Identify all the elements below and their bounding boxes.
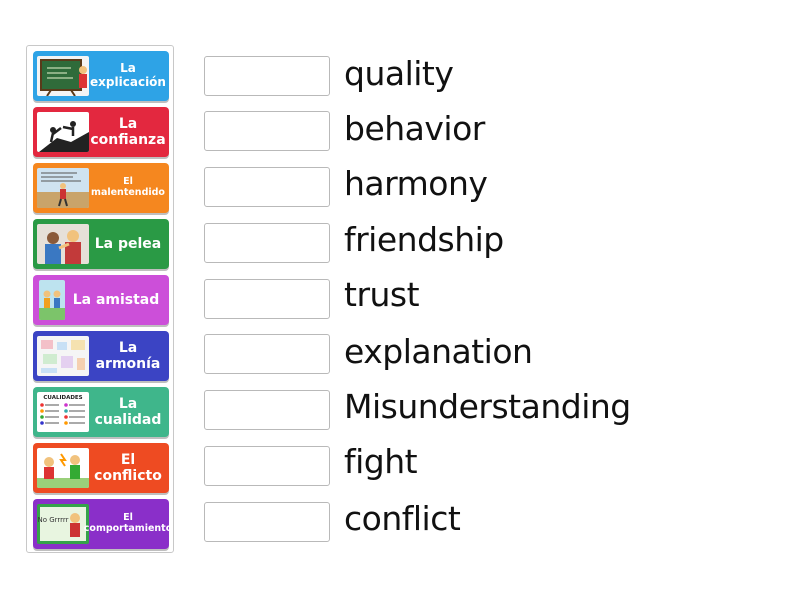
- tile-label: La confianza: [90, 115, 166, 148]
- confused-person-icon: [37, 168, 89, 208]
- drop-slot-8[interactable]: [204, 446, 330, 486]
- tile-la-pelea[interactable]: La pelea: [33, 219, 169, 269]
- drop-slot-6[interactable]: [204, 334, 330, 374]
- conflict-kids-icon: [37, 448, 89, 488]
- word-quality: quality: [344, 54, 454, 93]
- word-conflict: conflict: [344, 499, 461, 538]
- qualities-chart-icon: CUALIDADES: [37, 392, 89, 432]
- behavior-image-text: No Grrrrr: [37, 516, 68, 524]
- tile-la-armonia[interactable]: La armonía: [33, 331, 169, 381]
- word-trust: trust: [344, 275, 420, 314]
- qualities-image-text: CUALIDADES: [43, 395, 82, 401]
- tile-label: La cualidad: [94, 395, 162, 428]
- drop-slot-4[interactable]: [204, 223, 330, 263]
- drop-slot-7[interactable]: [204, 390, 330, 430]
- tile-la-amistad[interactable]: La amistad: [33, 275, 169, 325]
- drop-slot-1[interactable]: [204, 56, 330, 96]
- word-misunderstanding: Misunderstanding: [344, 387, 631, 426]
- word-behavior: behavior: [344, 109, 485, 148]
- word-fight: fight: [344, 442, 418, 481]
- teacher-blackboard-icon: [37, 56, 89, 96]
- tile-label: La explicación: [90, 61, 166, 89]
- tile-label: La armonía: [95, 339, 161, 372]
- tile-label: La amistad: [72, 291, 160, 308]
- tile-label: El conflicto: [94, 451, 162, 484]
- tile-label: El comportamiento: [83, 512, 169, 534]
- drop-slot-2[interactable]: [204, 111, 330, 151]
- tile-label: El malentendido: [91, 176, 165, 198]
- tile-el-comportamiento[interactable]: No Grrrrr El comportamiento: [33, 499, 169, 549]
- tile-label: La pelea: [94, 235, 162, 252]
- word-explanation: explanation: [344, 332, 533, 371]
- drop-slot-9[interactable]: [204, 502, 330, 542]
- drop-slot-3[interactable]: [204, 167, 330, 207]
- drop-slot-5[interactable]: [204, 279, 330, 319]
- tile-la-cualidad[interactable]: CUALIDADES La cualidad: [33, 387, 169, 437]
- tile-la-explicacion[interactable]: La explicación: [33, 51, 169, 101]
- tile-el-malentendido[interactable]: El malentendido: [33, 163, 169, 213]
- helping-hand-icon: [37, 112, 89, 152]
- tile-el-conflicto[interactable]: El conflicto: [33, 443, 169, 493]
- word-harmony: harmony: [344, 164, 488, 203]
- harmony-collage-icon: [37, 336, 89, 376]
- fighting-kids-icon: [37, 224, 89, 264]
- friends-icon: [39, 280, 65, 320]
- tile-la-confianza[interactable]: La confianza: [33, 107, 169, 157]
- word-friendship: friendship: [344, 220, 504, 259]
- behavior-sign-icon: No Grrrrr: [37, 504, 89, 544]
- answer-tiles-tray: La explicación La confianza El malentend…: [26, 45, 174, 553]
